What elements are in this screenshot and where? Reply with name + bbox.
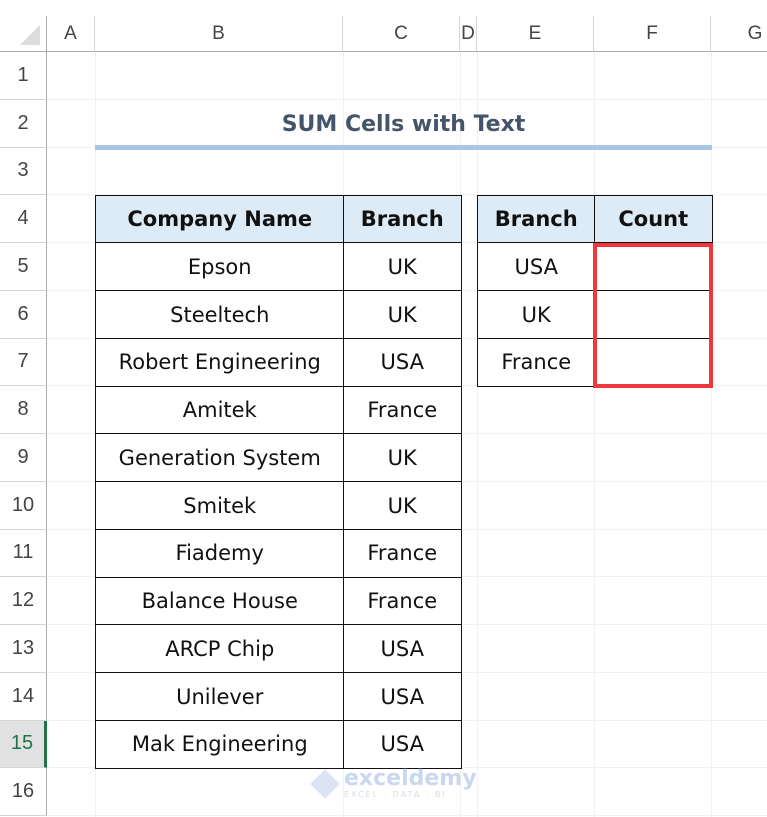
- row-header-15[interactable]: 15: [0, 720, 47, 769]
- company-table-cell[interactable]: France: [343, 528, 462, 578]
- company-table-cell[interactable]: Generation System: [95, 433, 345, 483]
- row-header-8[interactable]: 8: [0, 386, 47, 434]
- row-header-5[interactable]: 5: [0, 243, 47, 291]
- row-header-2[interactable]: 2: [0, 99, 47, 148]
- company-table-cell[interactable]: UK: [343, 242, 462, 292]
- sheet-title: SUM Cells with Text: [281, 111, 526, 137]
- gridline-vertical: [594, 52, 595, 817]
- row-header-16[interactable]: 16: [0, 768, 47, 816]
- company-table-cell[interactable]: France: [343, 576, 462, 626]
- row-header-1[interactable]: 1: [0, 52, 47, 100]
- company-table-cell[interactable]: Epson: [95, 242, 345, 292]
- company-table-cell[interactable]: France: [343, 385, 462, 435]
- gridline-vertical: [477, 52, 478, 817]
- gridline-horizontal: [47, 815, 767, 816]
- column-header-f[interactable]: F: [594, 16, 711, 52]
- row-header-9[interactable]: 9: [0, 434, 47, 482]
- row-header-11[interactable]: 11: [0, 529, 47, 578]
- column-header-a[interactable]: A: [47, 16, 95, 52]
- company-table-cell[interactable]: Unilever: [95, 672, 345, 722]
- company-table-cell[interactable]: UK: [343, 290, 462, 340]
- row-header-3[interactable]: 3: [0, 147, 47, 196]
- count-table-header-cell[interactable]: Count: [594, 194, 713, 244]
- company-table-cell[interactable]: Amitek: [95, 385, 345, 435]
- count-table-cell[interactable]: USA: [477, 242, 596, 292]
- company-table-cell[interactable]: UK: [343, 481, 462, 531]
- row-header-4[interactable]: 4: [0, 195, 47, 243]
- row-header-12[interactable]: 12: [0, 577, 47, 625]
- column-header-c[interactable]: C: [343, 16, 460, 52]
- count-table-cell[interactable]: UK: [477, 290, 596, 340]
- title-underline: [95, 145, 712, 150]
- company-table-cell[interactable]: USA: [343, 719, 462, 769]
- select-all-corner[interactable]: [0, 16, 47, 52]
- row-header-10[interactable]: 10: [0, 481, 47, 530]
- watermark-name: exceldemy: [344, 766, 477, 791]
- company-table-cell[interactable]: ARCP Chip: [95, 624, 345, 674]
- company-table-cell[interactable]: Steeltech: [95, 290, 345, 340]
- company-table-cell[interactable]: Robert Engineering: [95, 337, 345, 387]
- exceldemy-logo-icon: [310, 768, 340, 799]
- count-table-header-cell[interactable]: Branch: [477, 194, 596, 244]
- row-header-14[interactable]: 14: [0, 672, 47, 721]
- row-header-13[interactable]: 13: [0, 625, 47, 673]
- select-all-triangle-icon: [20, 25, 40, 45]
- column-header-g[interactable]: G: [711, 16, 767, 52]
- count-table-cell[interactable]: France: [477, 337, 596, 387]
- company-table-cell[interactable]: USA: [343, 624, 462, 674]
- watermark-tagline: EXCEL · DATA · BI: [344, 790, 447, 799]
- column-header-d[interactable]: D: [460, 16, 477, 52]
- company-table-cell[interactable]: USA: [343, 672, 462, 722]
- company-table-cell[interactable]: UK: [343, 433, 462, 483]
- company-table-header-cell[interactable]: Branch: [343, 194, 462, 244]
- gridline-vertical: [711, 52, 712, 817]
- column-header-b[interactable]: B: [95, 16, 343, 52]
- watermark: exceldemy EXCEL · DATA · BI: [310, 766, 477, 799]
- company-table-cell[interactable]: Mak Engineering: [95, 719, 345, 769]
- row-header-7[interactable]: 7: [0, 338, 47, 387]
- company-table-header-cell[interactable]: Company Name: [95, 194, 345, 244]
- company-table-cell[interactable]: Balance House: [95, 576, 345, 626]
- column-header-e[interactable]: E: [477, 16, 594, 52]
- count-highlight-box: [593, 243, 713, 388]
- row-header-6[interactable]: 6: [0, 290, 47, 339]
- company-table-cell[interactable]: Fiademy: [95, 528, 345, 578]
- company-table-cell[interactable]: USA: [343, 337, 462, 387]
- company-table-cell[interactable]: Smitek: [95, 481, 345, 531]
